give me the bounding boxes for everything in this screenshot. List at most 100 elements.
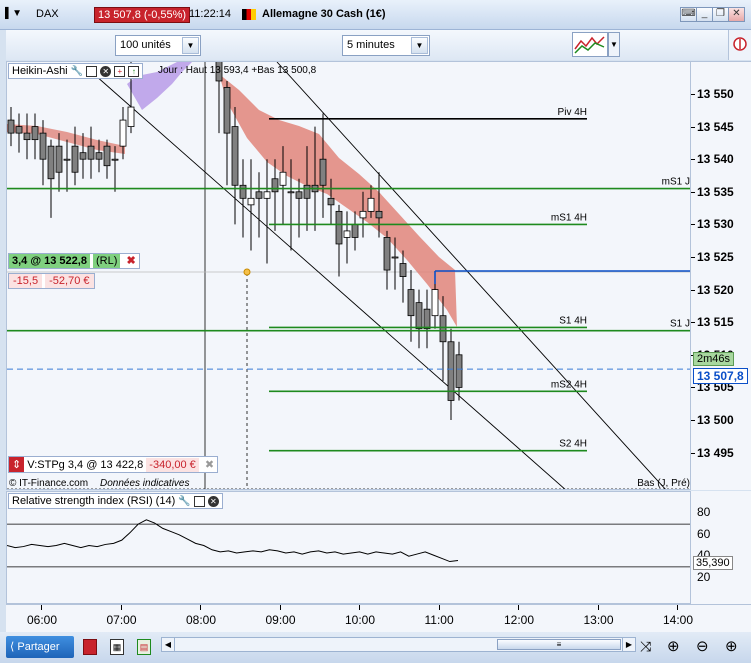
scroll-right-icon[interactable]: ▶ (622, 638, 635, 651)
candle-bullish (63, 158, 71, 161)
candle-bearish (79, 152, 87, 160)
restore-icon[interactable]: ❐ (712, 7, 729, 22)
price-tick: 13 545 (697, 119, 734, 134)
rsi-tick: 80 (697, 505, 711, 520)
plus-icon[interactable]: + (114, 65, 126, 77)
zoom-out-icon[interactable]: ⊖ (696, 637, 709, 655)
time-tick: 07:00 (106, 613, 137, 627)
candle-bearish (231, 126, 239, 186)
heikin-ashi-label[interactable]: Heikin-Ashi 🔧 ✕ + ↑ (8, 63, 144, 79)
price-tick: 13 550 (697, 87, 734, 101)
wrench-icon[interactable]: 🔧 (178, 496, 190, 507)
side-panel-strip (728, 30, 751, 60)
price-axis[interactable]: 13 550 13 545 13 540 13 535 13 530 13 525 13 5… (691, 61, 751, 506)
candle-bullish (111, 158, 119, 161)
rsi-axis: 80604020 35,390 (691, 491, 751, 604)
candle-bearish (239, 184, 247, 199)
grid-icon[interactable]: ▤ (137, 639, 151, 655)
keyboard-icon[interactable]: ⌨ (680, 7, 697, 22)
candle-bearish (271, 178, 279, 193)
window-icon[interactable] (86, 65, 98, 77)
zoom-in-icon[interactable]: ⊕ (725, 637, 738, 655)
rsi-name: Relative strength index (RSI) (14) (12, 495, 176, 507)
side-tool-icon[interactable] (729, 30, 751, 60)
candle-bearish (399, 263, 407, 277)
stop-order-box[interactable]: ⇕ V:STPg 3,4 @ 13 422,8 -340,00 € ✖ (8, 456, 219, 473)
candle-bearish (327, 197, 335, 206)
zoom-reset-icon[interactable]: ⤨ (640, 638, 651, 655)
price-tick-mark (691, 452, 695, 454)
candle-bearish (55, 145, 63, 173)
time-tick: 08:00 (186, 613, 217, 627)
chart-type-icon (574, 36, 605, 54)
price-tick-mark (691, 420, 695, 421)
price-chart-svg[interactable]: Piv 4H mS1 J mS1 4H S1 4H S1 J mS2 4H S2 4H Bas… (7, 62, 691, 490)
candle-bullish (247, 197, 255, 206)
position-box[interactable]: 3,4 @ 13 522,8 (RL) ✖ (8, 253, 140, 269)
quantity-select[interactable]: 100 unités ▼ (115, 35, 201, 56)
candle-bearish (415, 302, 423, 330)
close-circle-icon[interactable]: ✕ (100, 65, 112, 77)
window-icon[interactable] (193, 495, 205, 507)
candle-bullish (287, 191, 295, 194)
candle-bullish (343, 230, 351, 238)
instrument-name: DAX (36, 8, 59, 20)
position-rl: (RL) (93, 254, 121, 268)
quantity-value: 100 unités (120, 39, 171, 51)
close-circle-icon[interactable]: ✕ (207, 495, 219, 507)
candle-bearish (31, 126, 39, 141)
level-ms1-j-label: mS1 J (662, 177, 690, 188)
level-s1-j-label: S1 J (670, 319, 690, 330)
arrow-up-icon[interactable]: ↑ (128, 65, 140, 77)
share-label: Partager (17, 641, 60, 653)
price-tick-mark (691, 257, 695, 258)
price-tick: 13 495 (697, 445, 734, 460)
chart-type-dropdown[interactable]: ▼ (608, 32, 620, 57)
price-tick: 13 535 (697, 184, 734, 199)
close-position-icon[interactable]: ✖ (123, 255, 138, 267)
close-icon[interactable]: ✕ (728, 7, 745, 22)
last-price-badge: 13 507,8 (693, 368, 748, 384)
price-tick: 13 530 (697, 217, 734, 232)
chevron-down-icon[interactable]: ▼ (182, 37, 199, 54)
candle-bearish (295, 191, 303, 199)
window-menu-icon[interactable]: ▌▼ (5, 8, 22, 19)
wrench-icon[interactable]: 🔧 (71, 66, 83, 77)
zoom-fit-icon[interactable]: ⊕ (667, 637, 680, 655)
stop-order-qty-price: 3,4 @ 13 422,8 (67, 459, 144, 471)
countdown-badge: 2m46s (693, 352, 735, 366)
scroll-thumb[interactable]: ≡ (497, 639, 621, 650)
stop-icon: ⇕ (9, 457, 25, 472)
flag-icon (242, 9, 256, 20)
candle-bearish (455, 354, 463, 388)
bas-j-label: Bas (J, Pré) (637, 478, 690, 489)
calculator-icon[interactable]: ▦ (110, 639, 124, 655)
candle-bearish (383, 237, 391, 271)
rsi-panel[interactable]: Relative strength index (RSI) (14) 🔧 ✕ (6, 491, 691, 604)
cancel-order-icon[interactable]: ✖ (202, 459, 217, 471)
period-select[interactable]: 5 minutes ▼ (342, 35, 430, 56)
rsi-label[interactable]: Relative strength index (RSI) (14) 🔧 ✕ (8, 493, 223, 509)
candle-bearish (23, 132, 31, 141)
toolbox-icon[interactable] (83, 639, 97, 655)
price-chart[interactable]: Piv 4H mS1 J mS1 4H S1 4H S1 J mS2 4H S2 4H Bas… (6, 61, 691, 490)
price-tick-mark (691, 126, 695, 128)
share-icon: ⟨ (10, 641, 15, 653)
time-tick: 12:00 (504, 613, 535, 627)
title-bar: ▌▼ DAX 13 507,8 (-0,55%) 11:22:14 Allema… (0, 0, 751, 30)
chart-scrollbar[interactable]: ◀ ≡ ▶ (161, 637, 636, 652)
chart-type-button[interactable] (572, 32, 608, 57)
candle-bullish (359, 210, 367, 219)
candle-bullish (279, 171, 287, 186)
candle-bearish (303, 184, 311, 199)
share-button[interactable]: ⟨ Partager (6, 636, 74, 658)
minimize-icon[interactable]: _ (696, 7, 713, 22)
scroll-left-icon[interactable]: ◀ (162, 638, 175, 651)
chevron-down-icon[interactable]: ▼ (411, 37, 428, 54)
price-tick: 13 525 (697, 250, 734, 264)
clock-time: 11:22:14 (189, 8, 232, 20)
time-tick-mark (279, 605, 281, 610)
data-note: Données indicatives (100, 478, 190, 489)
price-tick: 13 520 (697, 282, 734, 297)
time-axis[interactable]: 06:00 07:00 08:00 09:00 10:00 11:00 12:00 13:00… (6, 604, 751, 632)
